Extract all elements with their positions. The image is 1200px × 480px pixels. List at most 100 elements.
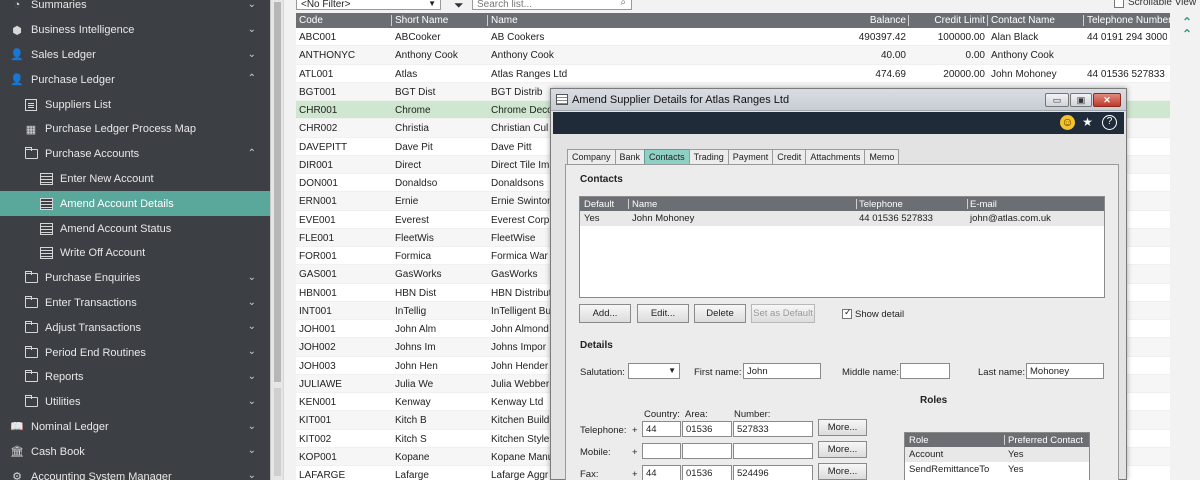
column-header-default[interactable]: Default [584,199,614,210]
mobile-area-field[interactable] [682,443,732,459]
sidebar-item-purchase-ledger-process-map[interactable]: ▦ Purchase Ledger Process Map [0,117,270,142]
sidebar-item-reports[interactable]: Reports ⌄ [0,365,270,390]
telephone-country-field[interactable]: 44 [642,421,681,437]
maximize-button[interactable]: ▣ [1070,93,1092,107]
search-input[interactable]: Search list... ⌕ [472,0,632,10]
column-header-email[interactable]: E-mail [970,199,997,210]
contact-row[interactable]: Yes John Mohoney 44 01536 527833 john@at… [580,211,1104,226]
table-row[interactable]: ABC001 ABCooker AB Cookers 490397.42 100000.… [296,28,1170,47]
fax-number-field[interactable]: 524496 [733,465,813,480]
role-row[interactable]: Account Yes [905,447,1089,462]
table-row[interactable]: ATL001 Atlas Atlas Ranges Ltd 474.69 20000.0… [296,65,1170,83]
mobile-more-button[interactable]: More... [818,441,867,458]
sidebar-item-adjust-transactions[interactable]: Adjust Transactions ⌄ [0,315,270,340]
chevron-down-icon[interactable]: ⌄ [248,0,256,10]
column-header-credit-limit[interactable]: Credit Limit [913,15,985,26]
chevron-down-icon[interactable]: ⌄ [248,49,256,60]
sidebar-item-sales-ledger[interactable]: 👤 Sales Ledger ⌄ [0,43,270,68]
add-contact-button[interactable]: Add... [579,304,631,323]
cell-code: KIT001 [299,415,332,427]
dialog-title-bar[interactable]: Amend Supplier Details for Atlas Ranges … [551,89,1126,111]
sidebar-item-enter-new-account[interactable]: Enter New Account [0,167,270,192]
search-icon[interactable]: ⌕ [620,0,626,8]
chevron-down-icon[interactable]: ⌄ [248,421,256,432]
filter-dropdown[interactable]: <No Filter> ▼ [296,0,441,10]
delete-contact-button[interactable]: Delete [694,304,746,323]
chevron-down-icon[interactable]: ⌄ [248,346,256,357]
fax-more-button[interactable]: More... [818,463,867,480]
sidebar-item-label: Purchase Accounts [45,148,140,161]
sidebar-item-amend-account-status[interactable]: Amend Account Status [0,216,270,241]
tab-memo[interactable]: Memo [864,149,900,165]
chevron-up-icon[interactable]: ⌃ [248,73,256,84]
sidebar-item-accounting-system-manager[interactable]: ⚙ Accounting System Manager ⌄ [0,464,270,480]
smiley-icon[interactable]: ☺ [1060,115,1075,130]
chevron-down-icon[interactable]: ⌄ [248,445,256,456]
chevron-down-icon[interactable]: ⌄ [248,321,256,332]
sidebar-item-suppliers-list[interactable]: Suppliers List [0,92,270,117]
sidebar-item-cash-book[interactable]: 🏛 Cash Book ⌄ [0,439,270,464]
sidebar-item-purchase-accounts[interactable]: Purchase Accounts ⌃ [0,142,270,167]
tab-company[interactable]: Company [567,149,616,165]
sidebar-item-nominal-ledger[interactable]: 📖 Nominal Ledger ⌄ [0,415,270,440]
star-icon[interactable]: ★ [1080,115,1095,130]
sidebar-item-period-end-routines[interactable]: Period End Routines ⌄ [0,340,270,365]
telephone-more-button[interactable]: More... [818,419,867,436]
sidebar-item-utilities[interactable]: Utilities ⌄ [0,390,270,415]
sidebar-item-enter-transactions[interactable]: Enter Transactions ⌄ [0,291,270,316]
sidebar-item-amend-account-details[interactable]: Amend Account Details [0,191,270,217]
tab-payment[interactable]: Payment [727,149,774,165]
column-header-code[interactable]: Code [299,15,389,26]
chevron-down-icon[interactable]: ⌄ [248,470,256,480]
middle-name-field[interactable] [900,363,950,379]
mobile-country-field[interactable] [642,443,681,459]
sidebar-item-summaries[interactable]: ◔ Summaries ⌄ [0,0,270,18]
column-header-contact-name[interactable]: Contact Name [991,15,1081,26]
mobile-number-field[interactable] [733,443,813,459]
column-header-name[interactable]: Name [491,15,821,26]
fax-country-field[interactable]: 44 [642,465,681,480]
last-name-field[interactable]: Mohoney [1026,363,1104,379]
set-default-button[interactable]: Set as Default [751,304,815,323]
close-button[interactable]: ✕ [1093,93,1121,107]
tab-trading[interactable]: Trading [688,149,729,165]
table-row[interactable]: ANTHONYC Anthony Cook Anthony Cook 40.00 0.0… [296,46,1170,65]
sidebar-item-purchase-enquiries[interactable]: Purchase Enquiries ⌄ [0,266,270,291]
column-header-short-name[interactable]: Short Name [395,15,485,26]
scrollable-view-checkbox[interactable] [1114,0,1124,8]
sidebar-scrollbar[interactable] [270,0,284,480]
column-header-role[interactable]: Role [909,435,929,446]
chevron-down-icon[interactable]: ⌄ [248,297,256,308]
sidebar-item-write-off-account[interactable]: Write Off Account [0,241,270,266]
chevron-down-icon[interactable]: ⌄ [248,371,256,382]
fax-area-field[interactable]: 01536 [682,465,732,480]
show-detail-checkbox[interactable]: ✓ [842,307,852,319]
column-header-telephone[interactable]: Telephone Number [1087,15,1172,26]
scrollbar-thumb[interactable] [274,2,281,382]
sidebar-item-purchase-ledger[interactable]: 👤 Purchase Ledger ⌃ [0,67,270,92]
sidebar-item-business-intelligence[interactable]: ⬢ Business Intelligence ⌄ [0,18,270,43]
role-row[interactable]: SendRemittanceTo Yes [905,462,1089,477]
chevron-down-icon[interactable]: ⌄ [248,24,256,35]
column-header-balance[interactable]: Balance [836,15,906,26]
chevron-down-icon[interactable]: ⌄ [248,272,256,283]
telephone-area-field[interactable]: 01536 [682,421,732,437]
tab-attachments[interactable]: Attachments [805,149,866,165]
edit-contact-button[interactable]: Edit... [637,304,689,323]
tab-credit[interactable]: Credit [772,149,807,165]
column-header-contact-telephone[interactable]: Telephone [859,199,903,210]
help-icon[interactable]: ? [1102,115,1117,130]
tab-contacts[interactable]: Contacts [644,149,690,165]
tab-bank[interactable]: Bank [614,149,646,165]
column-header-contact-name[interactable]: Name [632,199,657,210]
chevron-down-icon[interactable]: ⌄ [248,396,256,407]
salutation-select[interactable]: ▼ [628,363,680,379]
telephone-number-field[interactable]: 527833 [733,421,813,437]
scroll-up-icon[interactable]: ⌃ [1180,27,1194,41]
filter-funnel-icon[interactable]: ⏷ [454,0,464,13]
minimize-button[interactable]: ▭ [1045,93,1069,107]
chevron-up-icon[interactable]: ⌃ [248,148,256,159]
first-name-field[interactable]: John [743,363,821,379]
scrollable-view-toggle[interactable]: Scrollable View [1114,0,1196,8]
column-header-preferred-contact[interactable]: Preferred Contact [1008,435,1083,446]
